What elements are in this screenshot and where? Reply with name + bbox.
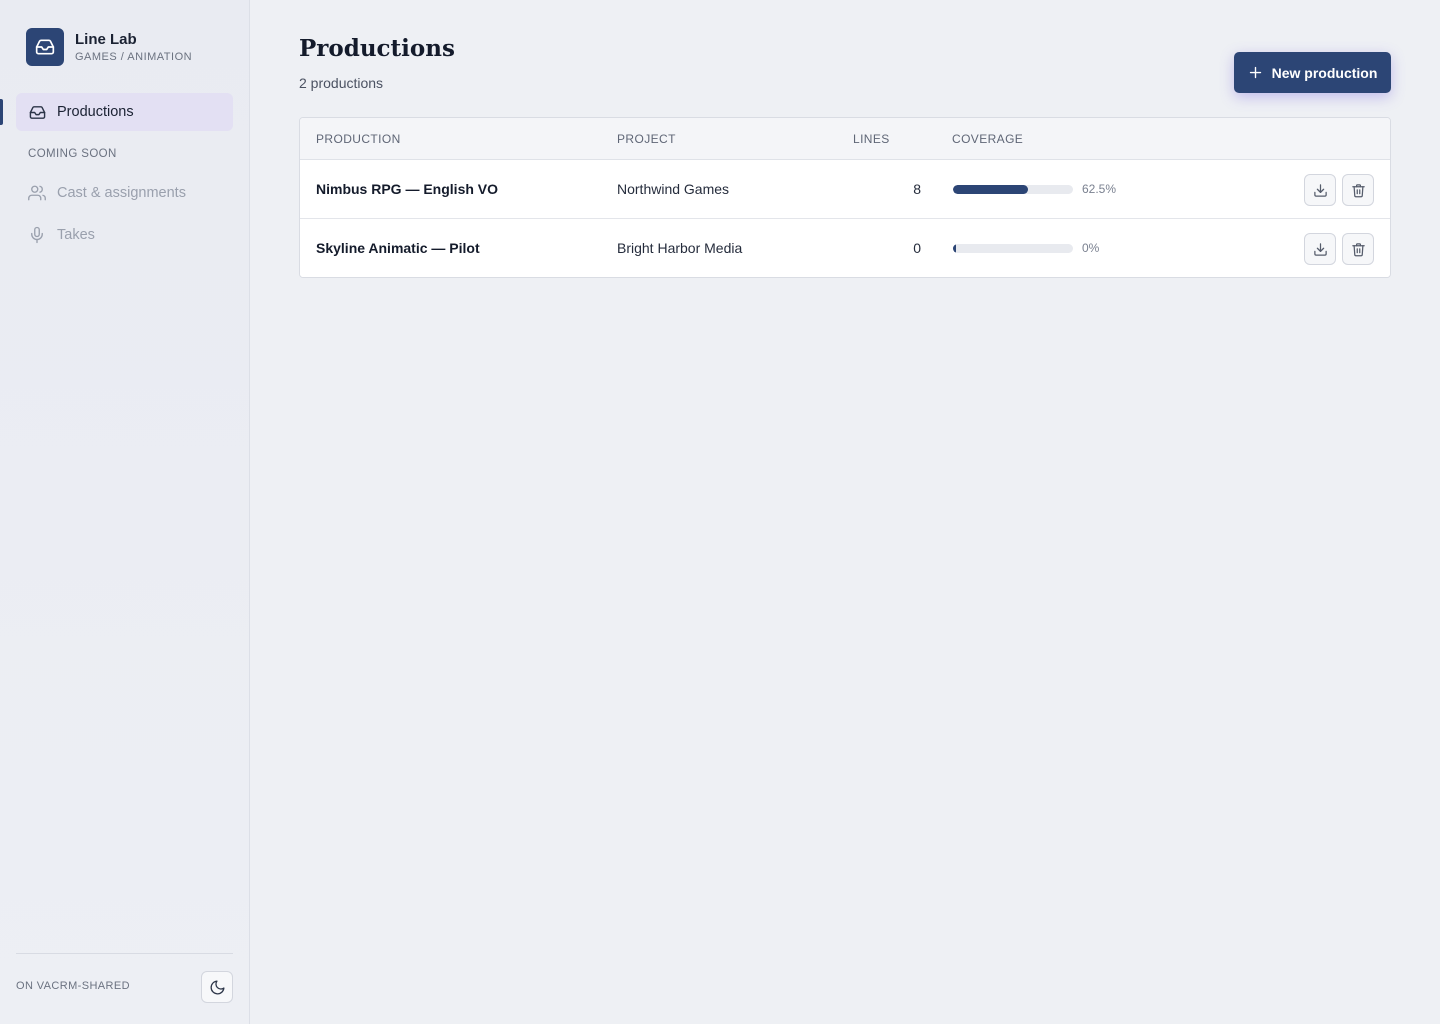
project-name: Bright Harbor Media xyxy=(617,240,743,256)
sidebar-item-label: Productions xyxy=(57,104,134,120)
theme-toggle-button[interactable] xyxy=(201,971,233,1003)
new-production-label: New production xyxy=(1271,64,1378,81)
sidebar-item-takes: Takes xyxy=(16,216,233,254)
sidebar-item-label: Cast & assignments xyxy=(57,185,186,201)
coverage-label: 62.5% xyxy=(1082,182,1117,196)
inbox-icon xyxy=(28,103,46,121)
new-production-button[interactable]: New production xyxy=(1234,52,1391,93)
inbox-logo-icon xyxy=(26,28,64,66)
brand-subtitle: GAMES / ANIMATION xyxy=(75,50,193,63)
coverage-bar-fill xyxy=(953,244,956,253)
column-header-production: PRODUCTION xyxy=(316,132,401,146)
trash-icon xyxy=(1351,183,1366,198)
microphone-icon xyxy=(28,226,46,244)
brand-name: Line Lab xyxy=(75,30,137,48)
coverage-bar xyxy=(953,244,1073,253)
delete-button[interactable] xyxy=(1342,174,1374,206)
productions-table: PRODUCTION PROJECT LINES COVERAGE Nimbus… xyxy=(299,117,1391,278)
lines-count: 8 xyxy=(913,181,921,197)
production-name[interactable]: Nimbus RPG — English VO xyxy=(316,181,498,197)
workspace-label: ON VACRM-SHARED xyxy=(16,980,130,992)
nav-active-indicator xyxy=(0,99,3,125)
coverage-label: 0% xyxy=(1082,241,1100,255)
export-button[interactable] xyxy=(1304,174,1336,206)
export-button[interactable] xyxy=(1304,233,1336,265)
coverage-bar-fill xyxy=(953,185,1028,194)
sidebar-divider xyxy=(16,953,233,954)
column-header-lines: LINES xyxy=(853,132,890,146)
project-name: Northwind Games xyxy=(617,181,730,197)
delete-button[interactable] xyxy=(1342,233,1374,265)
section-label-coming-soon: COMING SOON xyxy=(28,148,117,160)
sidebar-item-label: Takes xyxy=(57,227,95,243)
table-row[interactable]: Skyline Animatic — Pilot Bright Harbor M… xyxy=(300,219,1390,277)
download-icon xyxy=(1313,242,1328,257)
table-header: PRODUCTION PROJECT LINES COVERAGE xyxy=(300,118,1390,160)
column-header-project: PROJECT xyxy=(617,132,676,146)
production-name[interactable]: Skyline Animatic — Pilot xyxy=(316,240,480,256)
page-title: Productions xyxy=(299,35,455,62)
sidebar-item-productions[interactable]: Productions xyxy=(16,93,233,131)
lines-count: 0 xyxy=(913,240,921,256)
trash-icon xyxy=(1351,242,1366,257)
download-icon xyxy=(1313,183,1328,198)
sidebar-item-cast: Cast & assignments xyxy=(16,174,233,212)
plus-icon xyxy=(1248,65,1263,80)
table-row[interactable]: Nimbus RPG — English VO Northwind Games … xyxy=(300,160,1390,219)
brand: Line Lab GAMES / ANIMATION xyxy=(26,28,192,66)
moon-icon xyxy=(209,979,226,996)
production-count: 2 productions xyxy=(299,75,384,91)
column-header-coverage: COVERAGE xyxy=(952,132,1024,146)
users-icon xyxy=(28,184,46,202)
sidebar: Line Lab GAMES / ANIMATION Productions C… xyxy=(0,0,250,1024)
coverage-bar xyxy=(953,185,1073,194)
